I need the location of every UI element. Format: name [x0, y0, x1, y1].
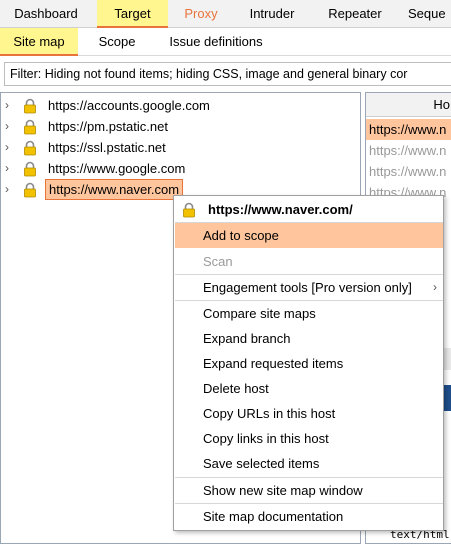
filter-bar[interactable]: Filter: Hiding not found items; hiding C… [4, 62, 451, 86]
context-menu-header: https://www.naver.com/ [174, 196, 443, 224]
chevron-right-icon: › [433, 280, 437, 294]
top-tab-bar: Dashboard Target Proxy Intruder Repeater… [0, 0, 451, 28]
menu-item-show-new-window[interactable]: Show new site map window [175, 478, 443, 503]
menu-item-label: Engagement tools [Pro version only] [203, 280, 412, 295]
tree-node-label: https://pm.pstatic.net [48, 119, 168, 134]
table-row[interactable]: https://www.n [366, 140, 451, 161]
tab-repeater[interactable]: Repeater [315, 0, 395, 28]
tab-issue-definitions[interactable]: Issue definitions [158, 28, 274, 56]
menu-item-expand-branch[interactable]: Expand branch [175, 326, 443, 351]
tree-node-label: https://www.naver.com [45, 179, 184, 200]
chevron-right-icon[interactable]: › [5, 158, 15, 179]
menu-item-expand-requested[interactable]: Expand requested items [175, 351, 443, 376]
lock-icon [22, 119, 38, 135]
tree-node-label: https://ssl.pstatic.net [48, 140, 166, 155]
tree-node-label: https://accounts.google.com [48, 98, 210, 113]
chevron-right-icon[interactable]: › [5, 95, 15, 116]
chevron-right-icon[interactable]: › [5, 137, 15, 158]
table-row[interactable]: https://www.n [366, 161, 451, 182]
menu-item-copy-urls[interactable]: Copy URLs in this host [175, 401, 443, 426]
tab-target[interactable]: Target [97, 0, 168, 28]
menu-item-engagement-tools[interactable]: Engagement tools [Pro version only] › [175, 275, 443, 300]
tab-dashboard[interactable]: Dashboard [0, 0, 92, 28]
context-menu-title: https://www.naver.com/ [208, 202, 353, 217]
context-menu: https://www.naver.com/ Add to scope Scan… [173, 195, 444, 531]
lock-icon [22, 182, 38, 198]
menu-item-delete-host[interactable]: Delete host [175, 376, 443, 401]
lock-icon [181, 202, 197, 218]
tab-proxy[interactable]: Proxy [171, 0, 231, 28]
chevron-right-icon[interactable]: › [5, 179, 15, 200]
sub-tab-bar: Site map Scope Issue definitions [0, 28, 451, 56]
menu-item-documentation[interactable]: Site map documentation [175, 504, 443, 529]
lock-icon [22, 161, 38, 177]
menu-item-scan: Scan [203, 254, 233, 269]
menu-item-compare-site-maps[interactable]: Compare site maps [175, 301, 443, 326]
tab-sequencer[interactable]: Seque [408, 0, 451, 28]
tab-site-map[interactable]: Site map [0, 28, 78, 56]
lock-icon [22, 140, 38, 156]
menu-item-add-to-scope[interactable]: Add to scope [175, 223, 443, 248]
menu-item-copy-links[interactable]: Copy links in this host [175, 426, 443, 451]
tree-node-label: https://www.google.com [48, 161, 186, 176]
column-header-host[interactable]: Ho [366, 93, 451, 117]
menu-item-save-selected[interactable]: Save selected items [175, 451, 443, 476]
tab-scope[interactable]: Scope [86, 28, 148, 56]
lock-icon [22, 98, 38, 114]
tab-intruder[interactable]: Intruder [236, 0, 308, 28]
table-row[interactable]: https://www.n [366, 119, 451, 140]
chevron-right-icon[interactable]: › [5, 116, 15, 137]
